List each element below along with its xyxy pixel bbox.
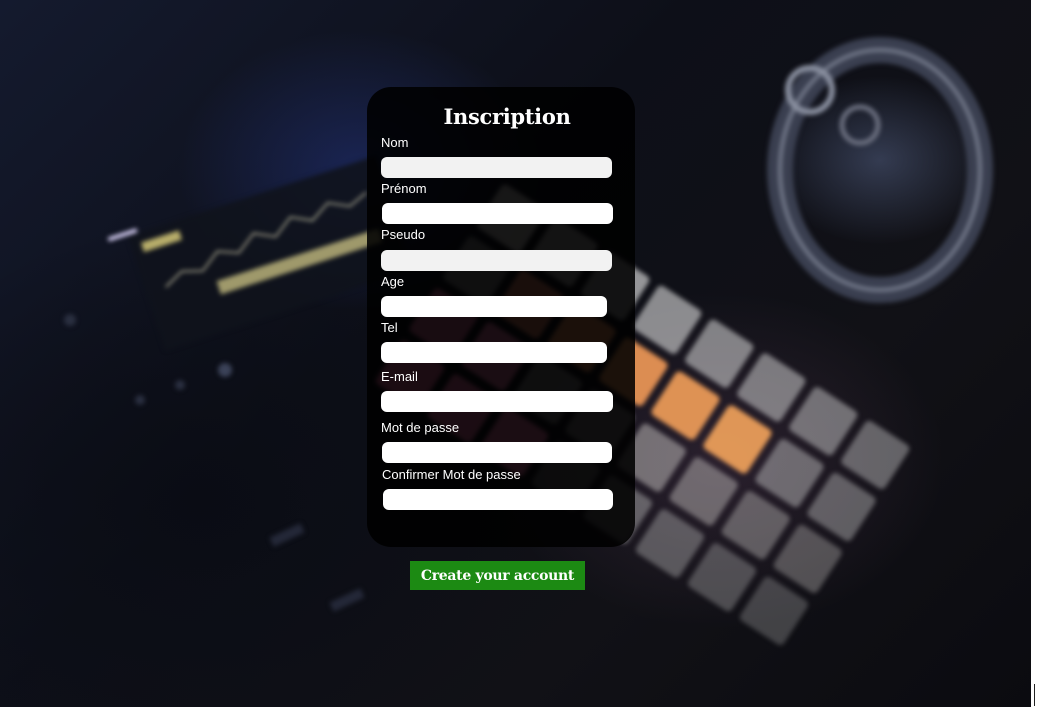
nom-input[interactable] [381, 157, 612, 178]
password-input[interactable] [382, 442, 612, 463]
confirm-password-input[interactable] [383, 489, 613, 510]
confirm-password-label: Confirmer Mot de passe [382, 467, 521, 482]
tel-label: Tel [381, 320, 398, 335]
pseudo-input[interactable] [381, 250, 612, 271]
create-account-button[interactable]: Create your account [410, 561, 585, 590]
form-title: Inscription [443, 104, 571, 129]
prenom-input[interactable] [382, 203, 613, 224]
prenom-label: Prénom [381, 181, 427, 196]
email-label: E-mail [381, 369, 418, 384]
age-input[interactable] [381, 296, 607, 317]
age-label: Age [381, 274, 405, 289]
tel-input[interactable] [381, 342, 607, 363]
pseudo-label: Pseudo [381, 227, 426, 242]
password-label: Mot de passe [381, 420, 460, 435]
email-input[interactable] [381, 391, 613, 412]
nom-label: Nom [381, 135, 409, 150]
text-cursor-mark [1034, 684, 1035, 706]
